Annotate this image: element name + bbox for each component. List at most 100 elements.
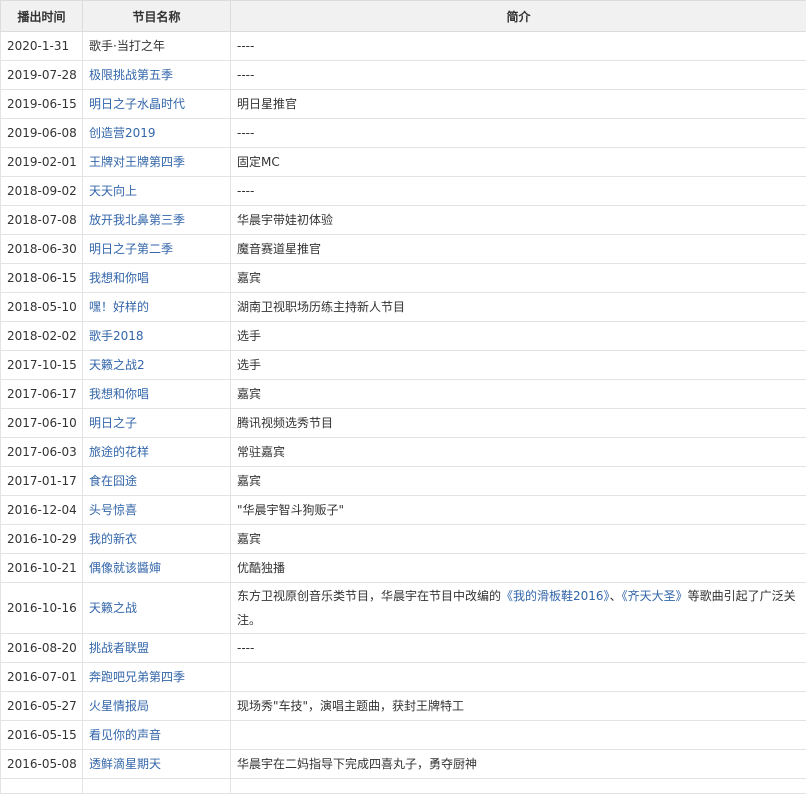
table-row-partial: [1, 779, 806, 794]
table-row: 2016-07-01奔跑吧兄弟第四季: [1, 663, 806, 692]
table-row: 2017-06-10明日之子腾讯视频选秀节目: [1, 409, 806, 438]
show-name-link[interactable]: 明日之子第二季: [83, 235, 231, 264]
show-name-link[interactable]: 透鲜滴星期天: [83, 750, 231, 779]
header-air-date: 播出时间: [1, 1, 83, 32]
table-row: 2018-02-02歌手2018选手: [1, 322, 806, 351]
air-date: 2018-07-08: [1, 206, 83, 235]
show-name-link[interactable]: 天天向上: [83, 177, 231, 206]
description-text: 东方卫视原创音乐类节目，华晨宇在节目中改编的: [237, 589, 501, 603]
air-date: 2019-07-28: [1, 61, 83, 90]
table-row: 2018-06-15我想和你唱嘉宾: [1, 264, 806, 293]
air-date: 2016-10-16: [1, 583, 83, 634]
show-name-link[interactable]: 王牌对王牌第四季: [83, 148, 231, 177]
table-row: 2016-10-21偶像就该醬婶优酷独播: [1, 554, 806, 583]
air-date: 2018-06-15: [1, 264, 83, 293]
song-link[interactable]: 《齐天大圣》: [622, 589, 688, 603]
description: ----: [231, 634, 806, 663]
description: [231, 721, 806, 750]
description: 明日星推官: [231, 90, 806, 119]
show-name-link[interactable]: 创造营2019: [83, 119, 231, 148]
description: 现场秀"车技"，演唱主题曲，获封王牌特工: [231, 692, 806, 721]
air-date: 2017-01-17: [1, 467, 83, 496]
table-row: 2018-05-10嘿！好样的湖南卫视职场历练主持新人节目: [1, 293, 806, 322]
air-date: 2016-05-08: [1, 750, 83, 779]
air-date: 2016-10-29: [1, 525, 83, 554]
description: "华晨宇智斗狗贩子": [231, 496, 806, 525]
table-row: 2017-06-17我想和你唱嘉宾: [1, 380, 806, 409]
table-row: 2019-07-28极限挑战第五季----: [1, 61, 806, 90]
show-name-link[interactable]: 火星情报局: [83, 692, 231, 721]
show-name-link[interactable]: 食在囧途: [83, 467, 231, 496]
description: 东方卫视原创音乐类节目，华晨宇在节目中改编的《我的滑板鞋2016》、《齐天大圣》…: [231, 583, 806, 634]
show-name: 歌手·当打之年: [83, 32, 231, 61]
description: 湖南卫视职场历练主持新人节目: [231, 293, 806, 322]
description: 常驻嘉宾: [231, 438, 806, 467]
show-name-link[interactable]: 明日之子: [83, 409, 231, 438]
show-name-link[interactable]: 嘿！好样的: [83, 293, 231, 322]
description: 嘉宾: [231, 380, 806, 409]
air-date: [1, 779, 83, 794]
show-name-link[interactable]: 看见你的声音: [83, 721, 231, 750]
air-date: 2018-05-10: [1, 293, 83, 322]
air-date: 2019-06-15: [1, 90, 83, 119]
table-row: 2016-08-20挑战者联盟----: [1, 634, 806, 663]
table-row: 2016-12-04头号惊喜"华晨宇智斗狗贩子": [1, 496, 806, 525]
description: [231, 779, 806, 794]
show-name-link[interactable]: 头号惊喜: [83, 496, 231, 525]
show-name-link[interactable]: 歌手2018: [83, 322, 231, 351]
air-date: 2016-12-04: [1, 496, 83, 525]
air-date: 2016-07-01: [1, 663, 83, 692]
table-row: 2016-05-15看见你的声音: [1, 721, 806, 750]
description: 腾讯视频选秀节目: [231, 409, 806, 438]
show-name-link[interactable]: 旅途的花样: [83, 438, 231, 467]
show-name-link[interactable]: 挑战者联盟: [83, 634, 231, 663]
table-header: 播出时间 节目名称 简介: [1, 1, 806, 32]
table-row: 2019-06-08创造营2019----: [1, 119, 806, 148]
table-row: 2016-10-16 天籁之战 东方卫视原创音乐类节目，华晨宇在节目中改编的《我…: [1, 583, 806, 634]
air-date: 2017-06-10: [1, 409, 83, 438]
description: ----: [231, 61, 806, 90]
description: 嘉宾: [231, 264, 806, 293]
show-name-link[interactable]: 奔跑吧兄弟第四季: [83, 663, 231, 692]
air-date: 2016-05-15: [1, 721, 83, 750]
description: 魔音赛道星推官: [231, 235, 806, 264]
show-name-link[interactable]: 我的新衣: [83, 525, 231, 554]
table-row: 2016-10-29我的新衣嘉宾: [1, 525, 806, 554]
air-date: 2019-06-08: [1, 119, 83, 148]
table-row: 2018-09-02天天向上----: [1, 177, 806, 206]
table-row: 2017-01-17食在囧途嘉宾: [1, 467, 806, 496]
show-name-link[interactable]: 我想和你唱: [83, 264, 231, 293]
air-date: 2017-06-03: [1, 438, 83, 467]
show-name-link[interactable]: 极限挑战第五季: [83, 61, 231, 90]
air-date: 2018-06-30: [1, 235, 83, 264]
description: ----: [231, 32, 806, 61]
table-row: 2018-07-08放开我北鼻第三季华晨宇带娃初体验: [1, 206, 806, 235]
air-date: 2018-02-02: [1, 322, 83, 351]
description: ----: [231, 119, 806, 148]
table-row: 2016-05-27火星情报局现场秀"车技"，演唱主题曲，获封王牌特工: [1, 692, 806, 721]
table-row: 2017-10-15天籁之战2选手: [1, 351, 806, 380]
air-date: 2019-02-01: [1, 148, 83, 177]
description: 华晨宇带娃初体验: [231, 206, 806, 235]
air-date: 2018-09-02: [1, 177, 83, 206]
description: 选手: [231, 351, 806, 380]
description: 优酷独播: [231, 554, 806, 583]
show-name-link[interactable]: 我想和你唱: [83, 380, 231, 409]
air-date: 2017-06-17: [1, 380, 83, 409]
description: 华晨宇在二妈指导下完成四喜丸子，勇夺厨神: [231, 750, 806, 779]
show-name: [83, 779, 231, 794]
table-row: 2019-06-15明日之子水晶时代明日星推官: [1, 90, 806, 119]
table-row: 2019-02-01王牌对王牌第四季固定MC: [1, 148, 806, 177]
show-name-link[interactable]: 偶像就该醬婶: [83, 554, 231, 583]
description: 固定MC: [231, 148, 806, 177]
show-name-link[interactable]: 明日之子水晶时代: [83, 90, 231, 119]
show-name-link[interactable]: 天籁之战: [83, 583, 231, 634]
table-row: 2016-05-08透鲜滴星期天华晨宇在二妈指导下完成四喜丸子，勇夺厨神: [1, 750, 806, 779]
song-link[interactable]: 《我的滑板鞋2016》: [501, 589, 610, 603]
description: 嘉宾: [231, 467, 806, 496]
show-name-link[interactable]: 天籁之战2: [83, 351, 231, 380]
show-name-link[interactable]: 放开我北鼻第三季: [83, 206, 231, 235]
table-row: 2017-06-03旅途的花样常驻嘉宾: [1, 438, 806, 467]
air-date: 2017-10-15: [1, 351, 83, 380]
description: 嘉宾: [231, 525, 806, 554]
